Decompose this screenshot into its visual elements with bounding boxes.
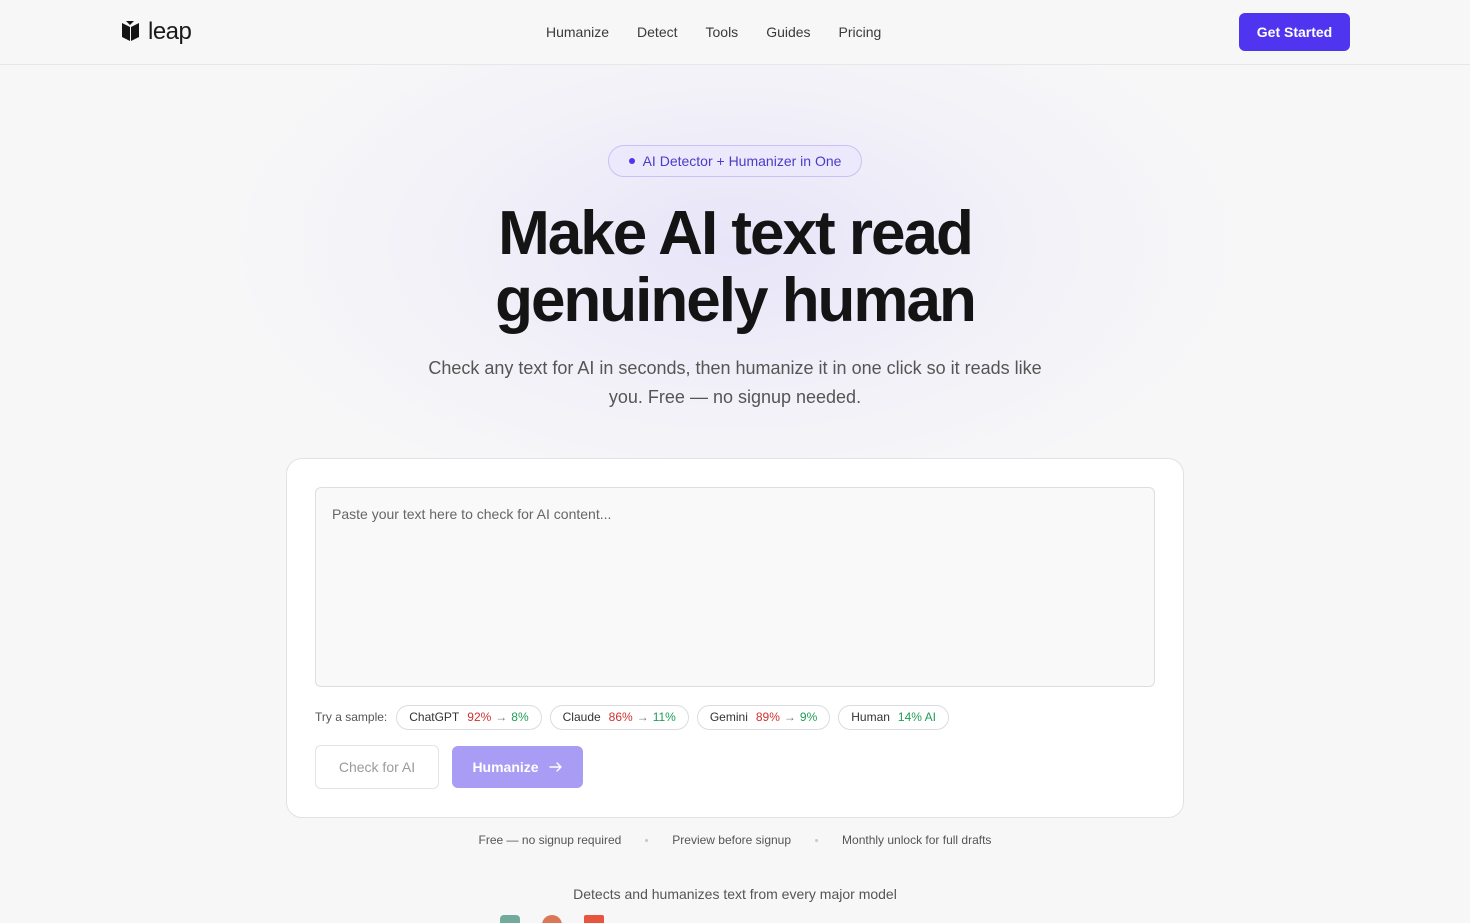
sample-selector: Try a sample: ChatGPT 92% → 8% Claude 86…	[315, 704, 949, 730]
perk-preview: Preview before signup	[672, 833, 792, 847]
perk-monthly: Monthly unlock for full drafts	[842, 833, 992, 847]
separator-dot	[815, 838, 819, 842]
sample-name: Gemini	[709, 710, 748, 724]
sample-chip-gemini[interactable]: Gemini 89% → 9%	[696, 704, 831, 730]
perk-free: Free — no signup required	[478, 833, 622, 847]
model-logos-row	[500, 915, 604, 923]
top-navigation-bar: leap Humanize Detect Tools Guides Pricin…	[0, 0, 1470, 65]
ai-score-before: 92%	[467, 710, 492, 724]
ai-score: 14% AI	[897, 710, 936, 724]
sample-chip-chatgpt[interactable]: ChatGPT 92% → 8%	[396, 704, 542, 730]
nav-detect[interactable]: Detect	[637, 22, 677, 42]
model-logo	[542, 915, 562, 923]
ai-score-after: 11%	[652, 710, 676, 724]
nav-pricing[interactable]: Pricing	[839, 22, 882, 42]
ai-score-after: 8%	[511, 710, 529, 724]
humanize-label: Humanize	[472, 759, 539, 775]
arrow-right-icon: →	[783, 710, 796, 724]
text-input[interactable]	[315, 487, 1155, 687]
ai-score-before: 86%	[608, 710, 633, 724]
ai-check-card: Try a sample: ChatGPT 92% → 8% Claude 86…	[286, 458, 1184, 818]
hero-subtitle: Check any text for AI in seconds, then h…	[428, 358, 1042, 407]
nav-guides[interactable]: Guides	[766, 22, 810, 42]
logo-wordmark: leap	[148, 18, 192, 45]
claude-icon	[542, 915, 562, 923]
model-logo	[584, 915, 604, 923]
nav-tools[interactable]: Tools	[706, 22, 739, 42]
feature-badge: AI Detector + Humanizer in One	[608, 145, 862, 177]
main-nav: Humanize Detect Tools Guides Pricing	[546, 22, 909, 42]
hero-title-line-1: Make AI text read	[498, 199, 974, 268]
ai-score-before: 89%	[755, 710, 780, 724]
leap-logo[interactable]: leap	[118, 18, 192, 45]
model-logo	[500, 915, 520, 923]
ai-score-after: 9%	[799, 710, 818, 724]
hero-title: Make AI text read genuinely human	[385, 200, 1085, 334]
sample-name: Claude	[562, 710, 601, 724]
sample-name: Human	[851, 710, 890, 724]
arrow-right-icon: →	[636, 710, 649, 724]
sample-chip-claude[interactable]: Claude 86% → 11%	[549, 704, 689, 730]
hero-title-line-2: genuinely human	[495, 266, 977, 335]
badge-label: AI Detector + Humanizer in One	[642, 153, 842, 169]
arrow-right-icon: →	[495, 710, 508, 724]
check-for-ai-button[interactable]: Check for AI	[315, 745, 439, 789]
nav-humanize[interactable]: Humanize	[546, 22, 609, 42]
perks-row: Free — no signup required Preview before…	[0, 831, 1470, 849]
models-section-title: Detects and humanizes text from every ma…	[573, 886, 897, 902]
sample-chip-human[interactable]: Human 14% AI	[838, 704, 949, 730]
arrow-right-icon	[548, 762, 562, 772]
badge-dot-icon	[628, 158, 635, 164]
separator-dot	[645, 838, 649, 842]
get-started-button[interactable]: Get Started	[1239, 13, 1350, 51]
sample-name: ChatGPT	[409, 710, 460, 724]
gemini-icon	[584, 915, 604, 923]
humanize-button[interactable]: Humanize	[452, 746, 583, 788]
samples-label: Try a sample:	[315, 710, 388, 724]
chatgpt-icon	[500, 915, 520, 923]
leap-logo-icon	[122, 21, 139, 41]
